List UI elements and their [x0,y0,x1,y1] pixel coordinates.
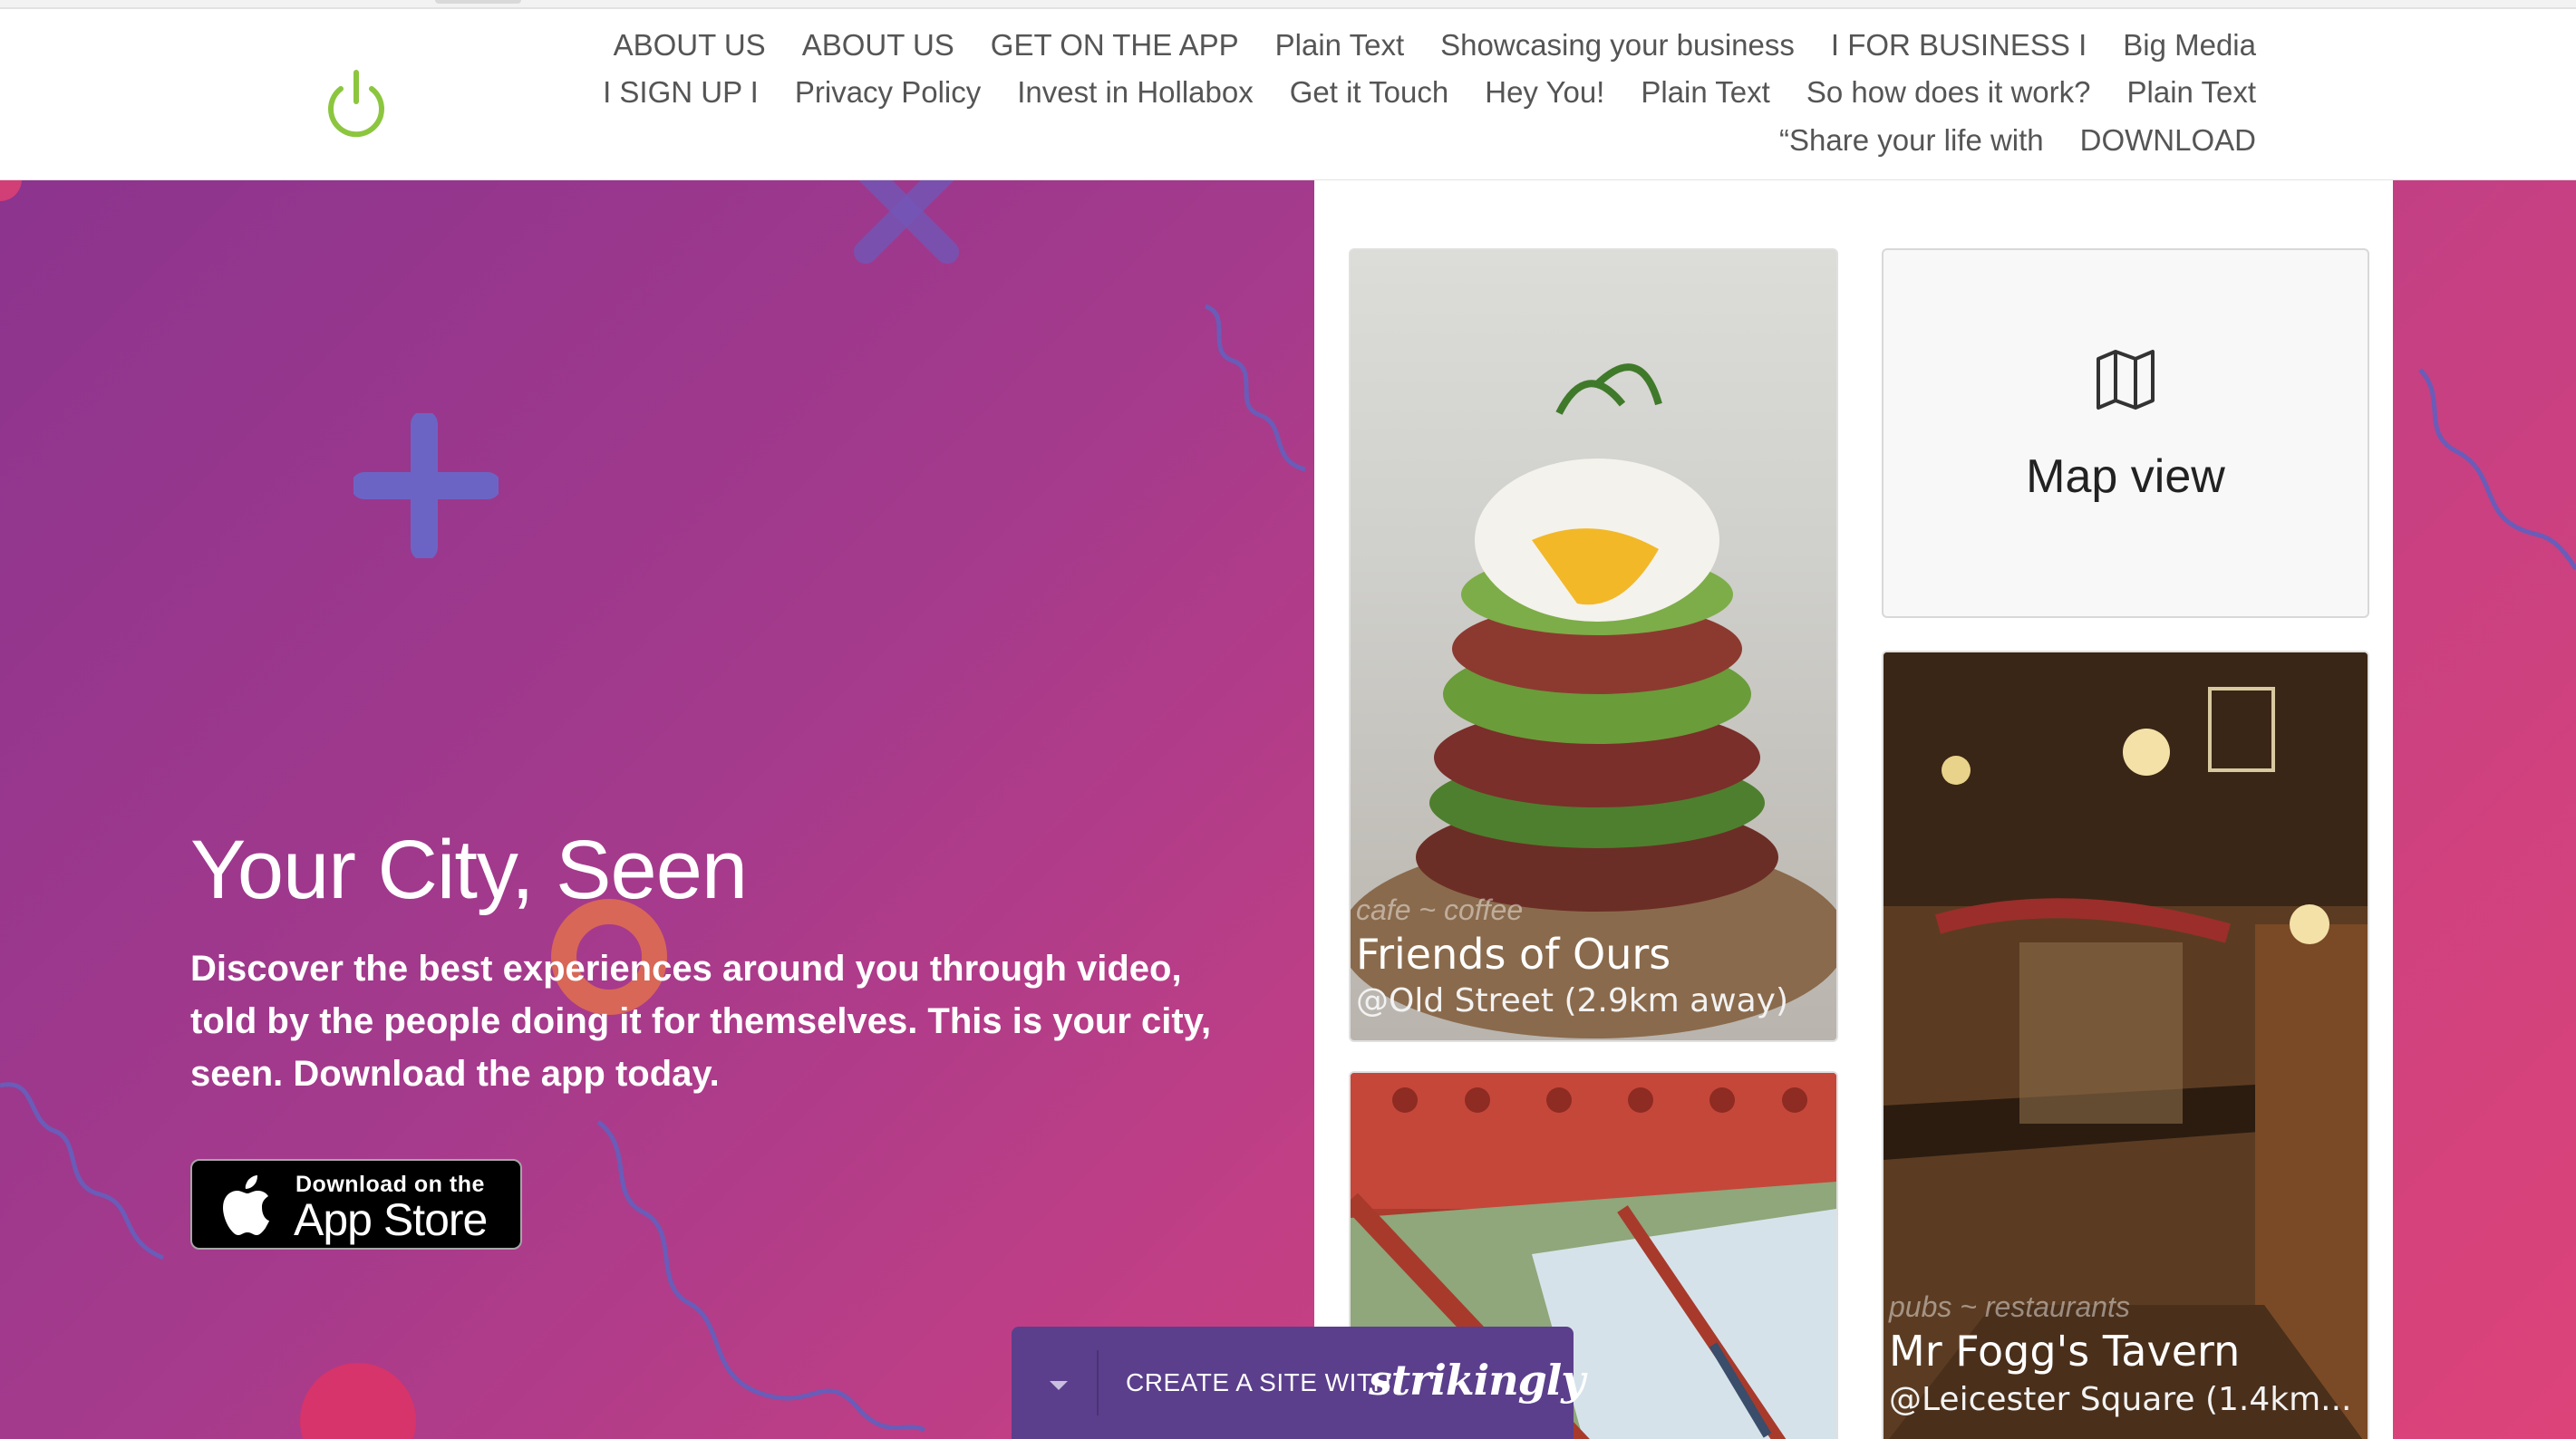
nav-share-your-life[interactable]: “Share your life with [1779,121,2044,160]
tavern-name: Mr Fogg's Tavern [1889,1327,2241,1376]
friends-location: @Old Street (2.9km away) [1356,982,1789,1019]
map-view-card[interactable]: Map view [1882,248,2369,618]
nav-plain-text[interactable]: Plain Text [1275,25,1404,65]
venue-card-mr-foggs-tavern[interactable]: pubs ~ restaurants Mr Fogg's Tavern @Lei… [1882,651,2369,1439]
create-site-strikingly-bar[interactable]: CREATE A SITE WITH strikingly [1012,1327,1585,1439]
circle-shape-icon [300,1363,416,1439]
hero-title: Your City, Seen [190,824,748,916]
nav-privacy-policy[interactable]: Privacy Policy [795,72,981,112]
browser-top-strip [0,0,2576,9]
nav-about-us-2[interactable]: ABOUT US [802,25,954,65]
app-preview-panel: cafe ~ coffee Friends of Ours @Old Stree… [1314,179,2393,1439]
nav-plain-text-3[interactable]: Plain Text [2127,72,2256,112]
nav-hey-you[interactable]: Hey You! [1485,72,1604,112]
nav-get-on-the-app[interactable]: GET ON THE APP [991,25,1239,65]
nav-for-business[interactable]: I FOR BUSINESS I [1831,25,2087,65]
plus-shape-icon [353,413,499,558]
nav-about-us[interactable]: ABOUT US [614,25,766,65]
friends-name: Friends of Ours [1356,930,1671,979]
nav-invest[interactable]: Invest in Hollabox [1017,72,1253,112]
x-shape-icon [854,179,959,264]
tavern-category: pubs ~ restaurants [1889,1290,2130,1323]
corner-dot-icon [0,179,22,201]
nav-row-3: “Share your life with DOWNLOAD [1743,121,2256,160]
friends-category: cafe ~ coffee [1356,893,1524,926]
venue-card-friends-of-ours[interactable]: cafe ~ coffee Friends of Ours @Old Stree… [1349,248,1838,1042]
nav-how-does-it-work[interactable]: So how does it work? [1806,72,2091,112]
nav-get-in-touch[interactable]: Get it Touch [1290,72,1449,112]
create-site-text: CREATE A SITE WITH [1126,1368,1392,1396]
nav-row-2: I SIGN UP I Privacy Policy Invest in Hol… [567,72,2256,112]
tavern-location: @Leicester Square (1.4km... [1889,1381,2352,1418]
apple-icon [223,1175,269,1235]
browser-tab-edge [435,0,521,4]
squiggle-bottom-icon [596,1120,926,1433]
nav-sign-up[interactable]: I SIGN UP I [603,72,759,112]
map-view-label: Map view [2026,450,2225,503]
squiggle-right-icon [2418,368,2576,571]
hero-description: Discover the best experiences around you… [190,949,1212,1094]
hero-section: Your City, Seen Discover the best experi… [0,179,2576,1439]
strikingly-logo: strikingly [1369,1356,1585,1405]
divider [1097,1350,1099,1415]
map-icon [2097,350,2155,410]
squiggle-icon [1204,304,1306,472]
app-store-button[interactable]: Download on the App Store [190,1159,522,1250]
nav-big-media[interactable]: Big Media [2123,25,2256,65]
nav-download[interactable]: DOWNLOAD [2080,121,2256,160]
chevron-down-icon[interactable] [1050,1381,1068,1390]
app-store-big-text: App Store [294,1194,488,1245]
power-logo-icon[interactable] [323,62,390,140]
nav-showcasing-business[interactable]: Showcasing your business [1440,25,1795,65]
nav-row-1: ABOUT US ABOUT US GET ON THE APP Plain T… [577,25,2256,65]
nav-plain-text-2[interactable]: Plain Text [1641,72,1769,112]
site-header: ABOUT US ABOUT US GET ON THE APP Plain T… [0,9,2576,180]
squiggle-left-icon [0,1082,164,1260]
